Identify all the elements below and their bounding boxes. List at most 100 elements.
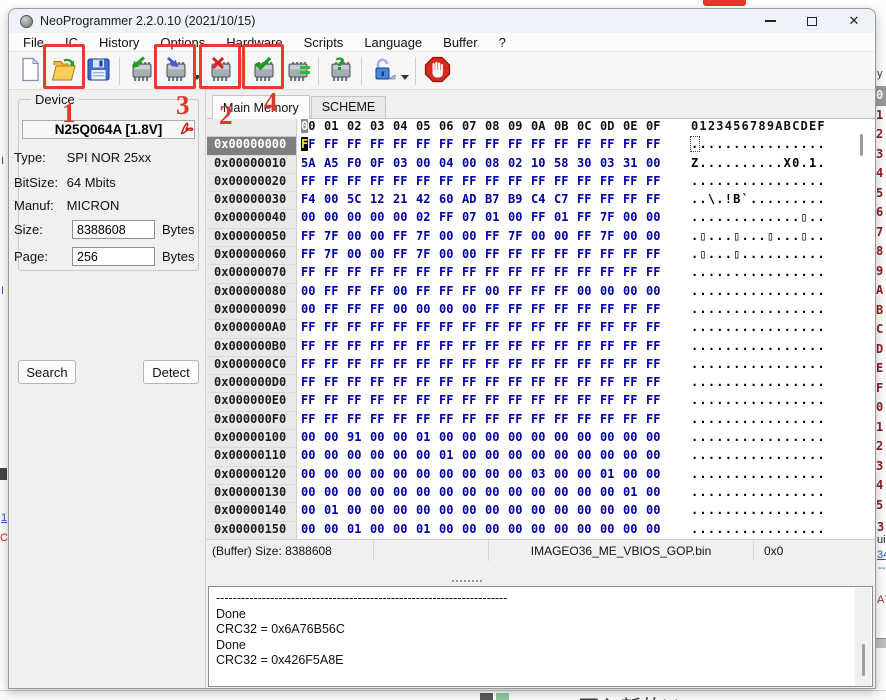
hex-byte-cell[interactable]: FF [297, 247, 320, 265]
hex-byte-cell[interactable]: FF [527, 339, 550, 357]
hex-byte-cell[interactable]: 00 [366, 522, 389, 539]
hex-ascii-cell[interactable]: ................ [691, 503, 826, 521]
hex-byte-cell[interactable]: FF [366, 174, 389, 192]
hex-byte-cell[interactable]: 5C [343, 192, 366, 210]
hex-byte-cell[interactable]: FF [619, 302, 642, 320]
hex-byte-cell[interactable]: FF [458, 137, 481, 155]
hex-byte-cell[interactable]: 00 [642, 448, 665, 466]
hex-byte-cell[interactable]: FF [481, 137, 504, 155]
hex-byte-cell[interactable]: 00 [320, 485, 343, 503]
hex-byte-cell[interactable]: FF [527, 302, 550, 320]
hex-byte-cell[interactable]: 00 [619, 503, 642, 521]
hex-byte-cell[interactable]: FF [366, 265, 389, 283]
hex-byte-cell[interactable]: 07 [458, 210, 481, 228]
hex-byte-cell[interactable]: FF [619, 393, 642, 411]
hex-byte-cell[interactable]: FF [389, 265, 412, 283]
hex-byte-cell[interactable]: C7 [550, 192, 573, 210]
chevron-down-icon[interactable] [193, 75, 201, 80]
hex-byte-cell[interactable]: FF [320, 320, 343, 338]
hex-byte-cell[interactable]: 00 [412, 448, 435, 466]
hex-byte-cell[interactable]: 00 [389, 430, 412, 448]
hex-byte-cell[interactable]: FF [412, 174, 435, 192]
hex-byte-cell[interactable]: FF [389, 137, 412, 155]
hex-ascii-cell[interactable]: ................ [691, 485, 826, 503]
hex-byte-cell[interactable]: 00 [596, 503, 619, 521]
hex-byte-cell[interactable]: 00 [504, 503, 527, 521]
hex-byte-cell[interactable]: 00 [389, 210, 412, 228]
size-input[interactable] [72, 220, 155, 239]
hex-byte-cell[interactable]: FF [596, 357, 619, 375]
hex-byte-cell[interactable]: 00 [504, 448, 527, 466]
hex-byte-cell[interactable]: FF [366, 375, 389, 393]
hex-byte-cell[interactable]: FF [596, 412, 619, 430]
hex-byte-cell[interactable]: B9 [504, 192, 527, 210]
hex-byte-cell[interactable]: 00 [366, 229, 389, 247]
hex-byte-cell[interactable]: FF [504, 302, 527, 320]
hex-byte-cell[interactable]: FF [435, 393, 458, 411]
hex-byte-cell[interactable]: FF [412, 284, 435, 302]
hex-ascii-cell[interactable]: ................ [691, 467, 826, 485]
chevron-down-icon[interactable] [401, 75, 409, 80]
hex-byte-cell[interactable]: FF [573, 174, 596, 192]
hex-byte-cell[interactable]: FF [343, 412, 366, 430]
hex-byte-cell[interactable]: FF [481, 320, 504, 338]
hex-byte-cell[interactable]: FF [297, 339, 320, 357]
hex-byte-cell[interactable]: FF [481, 375, 504, 393]
hex-byte-cell[interactable]: 10 [527, 156, 550, 174]
hex-byte-cell[interactable]: 00 [320, 522, 343, 539]
hex-byte-cell[interactable]: 00 [642, 503, 665, 521]
hex-byte-cell[interactable]: 7F [504, 229, 527, 247]
splitter-handle[interactable] [452, 580, 482, 584]
hex-byte-cell[interactable]: FF [527, 412, 550, 430]
hex-ascii-cell[interactable]: .▯...▯.......... [691, 247, 826, 265]
hex-byte-cell[interactable]: FF [527, 357, 550, 375]
hex-byte-cell[interactable]: FF [389, 357, 412, 375]
hex-byte-cell[interactable]: 00 [412, 302, 435, 320]
hex-byte-cell[interactable]: A5 [320, 156, 343, 174]
hex-byte-cell[interactable]: 00 [642, 229, 665, 247]
hex-byte-cell[interactable]: FF [481, 339, 504, 357]
hex-byte-cell[interactable]: FF [642, 192, 665, 210]
menu-buffer[interactable]: Buffer [443, 35, 477, 50]
hex-byte-cell[interactable]: 00 [527, 448, 550, 466]
hex-byte-cell[interactable]: FF [389, 375, 412, 393]
hex-byte-cell[interactable]: FF [297, 229, 320, 247]
hex-byte-cell[interactable]: 00 [550, 229, 573, 247]
hex-byte-cell[interactable]: 00 [458, 503, 481, 521]
hex-byte-cell[interactable]: 7F [412, 229, 435, 247]
hex-byte-cell[interactable]: FF [320, 412, 343, 430]
menu-ic[interactable]: IC [65, 35, 78, 50]
hex-byte-cell[interactable]: FF [550, 137, 573, 155]
hex-byte-cell[interactable]: 00 [343, 247, 366, 265]
hex-byte-cell[interactable]: 00 [642, 210, 665, 228]
hex-byte-cell[interactable]: FF [481, 357, 504, 375]
hex-byte-cell[interactable]: 00 [389, 284, 412, 302]
hex-byte-cell[interactable]: 00 [642, 485, 665, 503]
menu-language[interactable]: Language [364, 35, 422, 50]
hex-byte-cell[interactable]: FF [481, 247, 504, 265]
hex-byte-cell[interactable]: 01 [320, 503, 343, 521]
hex-byte-cell[interactable]: 00 [366, 247, 389, 265]
hex-byte-cell[interactable]: 00 [343, 229, 366, 247]
hex-byte-cell[interactable]: 03 [596, 156, 619, 174]
hex-byte-cell[interactable]: 00 [458, 156, 481, 174]
hex-byte-cell[interactable]: 00 [366, 430, 389, 448]
hex-byte-cell[interactable]: FF [550, 393, 573, 411]
hex-byte-cell[interactable]: 91 [343, 430, 366, 448]
hex-byte-cell[interactable]: 00 [458, 430, 481, 448]
log-scrollbar-track[interactable] [855, 588, 871, 687]
verify-chip-button[interactable] [246, 54, 280, 88]
hex-ascii-cell[interactable]: ................ [691, 357, 826, 375]
hex-byte-cell[interactable]: FF [343, 375, 366, 393]
hex-byte-cell[interactable]: 00 [297, 448, 320, 466]
hex-byte-cell[interactable]: 00 [619, 229, 642, 247]
hex-byte-cell[interactable]: FF [458, 265, 481, 283]
hex-byte-cell[interactable]: 00 [550, 430, 573, 448]
hex-byte-cell[interactable]: FF [343, 284, 366, 302]
menu-scripts[interactable]: Scripts [304, 35, 344, 50]
hex-byte-cell[interactable]: 00 [642, 430, 665, 448]
hex-byte-cell[interactable]: 00 [435, 302, 458, 320]
hex-byte-cell[interactable]: 00 [550, 522, 573, 539]
hex-byte-cell[interactable]: FF [596, 375, 619, 393]
hex-byte-cell[interactable]: 00 [596, 522, 619, 539]
